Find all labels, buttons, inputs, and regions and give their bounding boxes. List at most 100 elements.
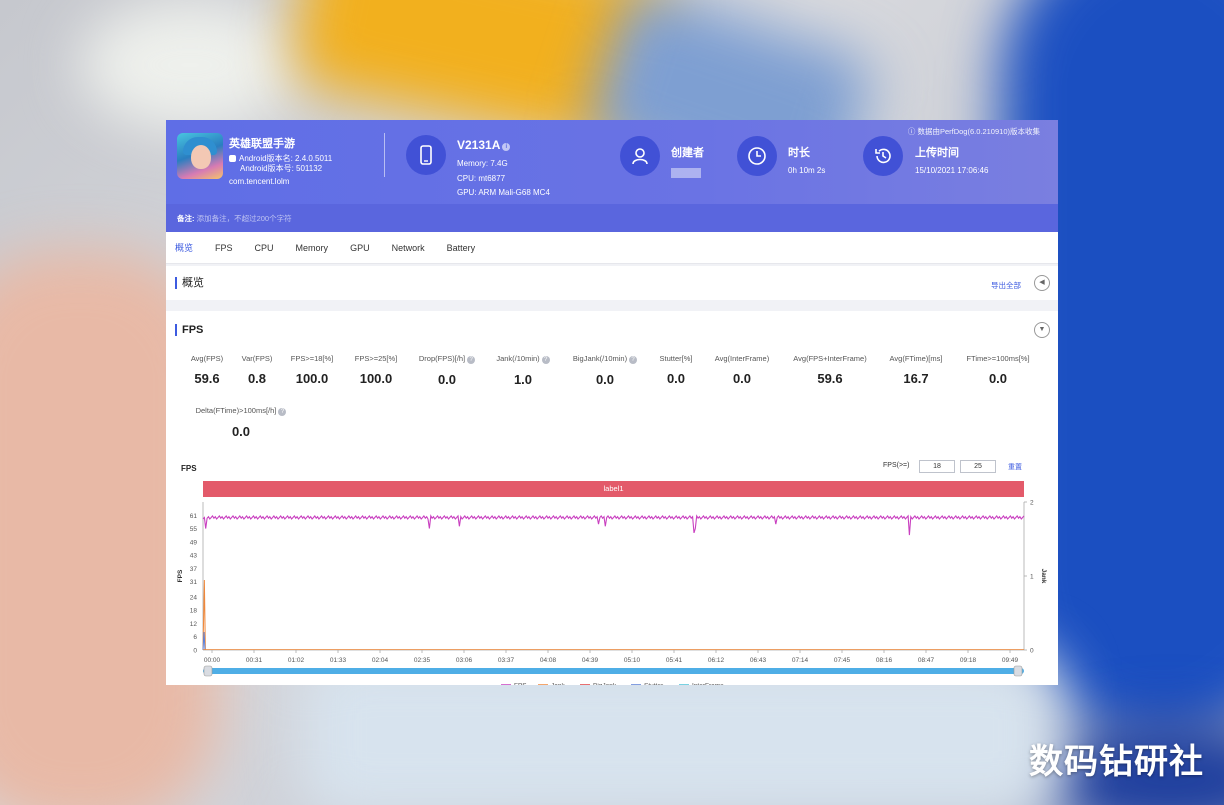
x-tick-label: 01:02 xyxy=(288,657,305,664)
metric-12: Delta(FTime)>100ms[/h]? 0.0 xyxy=(181,406,301,439)
info-icon[interactable]: i xyxy=(502,143,511,151)
metric-11: FTime>=100ms[%] 0.0 xyxy=(938,354,1058,386)
x-tick-label: 03:37 xyxy=(498,657,515,664)
android-version-name: Android版本名: 2.4.0.5011 xyxy=(239,154,333,163)
x-tick-label: 03:06 xyxy=(456,657,473,664)
y2-tick-label: 1 xyxy=(1030,574,1034,581)
y-tick-label: 0 xyxy=(193,648,197,655)
x-tick-label: 05:41 xyxy=(666,657,683,664)
x-tick-label: 04:08 xyxy=(540,657,557,664)
y2-axis-label: Jank xyxy=(1040,569,1047,584)
tab-fps[interactable]: FPS xyxy=(215,243,233,253)
x-tick-label: 02:35 xyxy=(414,657,431,664)
overview-panel: 概览 导出全部 ◀ xyxy=(166,266,1058,300)
help-icon[interactable]: ? xyxy=(278,408,287,416)
fps-panel: FPS ▼ Avg(FPS) 59.6 Var(FPS) 0.8 FPS>=18[%] 1… xyxy=(166,311,1058,685)
fps-panel-title: FPS xyxy=(175,324,203,336)
label-bar[interactable]: label1 xyxy=(203,481,1024,497)
y-tick-label: 37 xyxy=(190,566,198,573)
y-tick-label: 6 xyxy=(193,634,197,641)
app-version-info: Android版本名: 2.4.0.5011 Android版本号: 50113… xyxy=(229,154,332,174)
version-note: ⓘ 数据由PerfDog(6.0.210910)版本收集 xyxy=(907,127,1040,136)
notes-label: 备注: xyxy=(177,214,195,223)
upload-value: 15/10/2021 17:06:46 xyxy=(915,166,989,175)
legend-item: InterFrame xyxy=(692,683,724,686)
x-tick-label: 00:31 xyxy=(246,657,263,664)
report-header: 英雄联盟手游 Android版本名: 2.4.0.5011 Android版本号… xyxy=(166,120,1058,204)
package-name: com.tencent.lolm xyxy=(229,177,290,186)
fps-chart: 06121824313743495561012FPS Jank00:00 00:31… xyxy=(177,500,1047,686)
chart-title: FPS xyxy=(181,464,197,473)
x-tick-label: 01:33 xyxy=(330,657,347,664)
export-all-link[interactable]: 导出全部 xyxy=(991,280,1021,291)
tab-overview[interactable]: 概览 xyxy=(175,241,193,254)
x-tick-label: 02:04 xyxy=(372,657,389,664)
tab-network[interactable]: Network xyxy=(392,243,425,253)
reset-button[interactable]: 重置 xyxy=(1008,462,1022,472)
header-divider xyxy=(384,133,385,177)
device-specs: Memory: 7.4G CPU: mt6877 GPU: ARM Mali-G… xyxy=(457,157,550,201)
collapse-left-icon[interactable]: ◀ xyxy=(1034,275,1050,291)
y-axis-label: FPS xyxy=(177,569,184,582)
time-range-slider xyxy=(203,668,1024,674)
collapse-down-icon[interactable]: ▼ xyxy=(1034,322,1050,338)
perfdog-report: 英雄联盟手游 Android版本名: 2.4.0.5011 Android版本号… xyxy=(166,120,1058,685)
legend-item: Stutter xyxy=(644,683,664,686)
y-tick-label: 43 xyxy=(190,553,198,560)
x-tick-label: 06:12 xyxy=(708,657,725,664)
y2-tick-label: 2 xyxy=(1030,500,1034,507)
tab-memory[interactable]: Memory xyxy=(296,243,329,253)
x-tick-label: 04:39 xyxy=(582,657,599,664)
metric-value: 0.0 xyxy=(988,371,1008,386)
y-tick-label: 55 xyxy=(190,526,198,533)
y2-tick-label: 0 xyxy=(1030,648,1034,655)
device-name-text: V2131A xyxy=(457,138,501,152)
notes-bar[interactable]: 备注: 添加备注，不超过200个字符 xyxy=(166,204,1058,232)
y-tick-label: 31 xyxy=(190,579,198,586)
duration-value: 0h 10m 2s xyxy=(788,166,826,175)
clock-icon xyxy=(737,136,777,176)
fps-threshold-input-2[interactable]: 25 xyxy=(960,460,996,473)
notes-input[interactable]: 添加备注，不超过200个字符 xyxy=(197,214,292,223)
device-cpu: CPU: mt6877 xyxy=(457,173,506,183)
x-tick-label: 07:14 xyxy=(792,657,809,664)
legend-item: BigJank xyxy=(593,683,617,686)
metric-label: Delta(FTime)>100ms[/h]? xyxy=(181,406,301,416)
y-tick-label: 49 xyxy=(190,539,198,546)
creator-title: 创建者 xyxy=(671,147,704,159)
tab-cpu[interactable]: CPU xyxy=(255,243,274,253)
android-version-code: Android版本号: 501132 xyxy=(240,164,323,173)
x-tick-label: 08:16 xyxy=(876,657,893,664)
x-tick-label: 09:18 xyxy=(960,657,977,664)
x-tick-label: 06:43 xyxy=(750,657,767,664)
fps-series-line xyxy=(202,514,1025,536)
android-icon xyxy=(229,155,236,162)
duration-title: 时长 xyxy=(788,147,810,159)
phone-icon xyxy=(406,135,446,175)
app-icon xyxy=(177,133,223,179)
y-tick-label: 61 xyxy=(190,513,198,520)
overview-title: 概览 xyxy=(175,277,204,289)
fps-filter-label: FPS(>=) xyxy=(883,462,910,469)
tab-gpu[interactable]: GPU xyxy=(350,243,370,253)
metric-label: FTime>=100ms[%] xyxy=(966,354,1030,363)
device-name: V2131A i xyxy=(457,138,511,152)
x-tick-label: 09:49 xyxy=(1002,657,1019,664)
history-icon xyxy=(863,136,903,176)
device-gpu: GPU: ARM Mali-G68 MC4 xyxy=(457,188,550,197)
slider-handle-left xyxy=(203,665,213,677)
creator-redacted xyxy=(671,168,701,178)
y-tick-label: 12 xyxy=(190,621,198,628)
fps-threshold-input-1[interactable]: 18 xyxy=(919,460,955,473)
tab-bar: 概览 FPS CPU Memory GPU Network Battery xyxy=(166,232,1058,264)
upload-title: 上传时间 xyxy=(915,147,959,159)
user-icon xyxy=(620,136,660,176)
y-tick-label: 24 xyxy=(190,594,198,601)
app-name: 英雄联盟手游 xyxy=(229,138,295,150)
x-tick-label: 05:10 xyxy=(624,657,641,664)
metric-value: 0.0 xyxy=(231,424,251,439)
watermark: 数码钻研社 xyxy=(1029,742,1204,782)
tab-battery[interactable]: Battery xyxy=(447,243,476,253)
slider-handle-right xyxy=(1013,665,1023,677)
y-tick-label: 18 xyxy=(190,608,198,615)
